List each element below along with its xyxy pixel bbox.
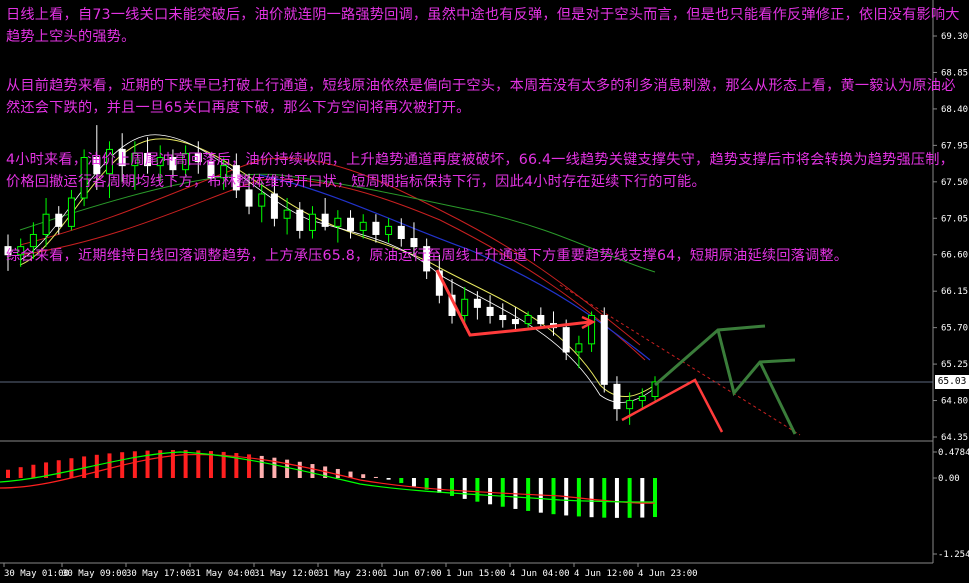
macd-bar bbox=[500, 478, 505, 507]
macd-bar bbox=[627, 478, 632, 518]
macd-tick-label: 0.4784 bbox=[938, 448, 969, 458]
candle-body bbox=[42, 213, 50, 235]
candle-body bbox=[55, 213, 63, 227]
candle-body bbox=[473, 298, 481, 308]
candle-body bbox=[537, 314, 545, 325]
time-tick-label: 30 May 01:00 bbox=[4, 569, 69, 579]
forecast-arrows bbox=[435, 269, 797, 435]
candle-body bbox=[524, 314, 532, 325]
candle-body bbox=[385, 225, 393, 235]
time-tick-label: 1 Jun 07:00 bbox=[382, 569, 442, 579]
macd-bar bbox=[462, 478, 467, 499]
macd-bar bbox=[602, 478, 607, 518]
macd-bar bbox=[437, 478, 442, 493]
time-tick-label: 31 May 12:00 bbox=[254, 569, 319, 579]
annotation-summary: 综合来看，近期维持日线回落调整趋势，上方承压65.8，原油运行至周线上升通道下方… bbox=[6, 248, 849, 264]
macd-bar bbox=[6, 469, 10, 478]
macd-bar bbox=[132, 451, 137, 478]
time-tick-label: 4 Jun 04:00 bbox=[510, 569, 570, 579]
macd-tick-label: 0.00 bbox=[938, 474, 960, 484]
candle-body bbox=[562, 327, 570, 353]
candle-body bbox=[359, 221, 367, 231]
current-price-badge: 65.03 bbox=[935, 375, 969, 389]
candle-body bbox=[283, 209, 291, 219]
macd-axis: 0.4784 0.00 -1.2545 bbox=[933, 448, 969, 560]
price-tick-label: 67.05 bbox=[941, 214, 968, 224]
macd-bar bbox=[386, 478, 391, 480]
macd-bar bbox=[475, 478, 480, 502]
trend-dash bbox=[559, 284, 801, 436]
time-tick-label: 30 May 17:00 bbox=[126, 569, 191, 579]
macd-bar bbox=[310, 464, 315, 478]
macd-bar bbox=[640, 478, 645, 518]
time-tick-label: 30 May 09:00 bbox=[62, 569, 127, 579]
candle-body bbox=[461, 298, 469, 316]
annotation-trend: 从目前趋势来看，近期的下跌早已打破上行通道，短线原油依然是偏向于空头，本周若没有… bbox=[6, 78, 956, 116]
price-tick-label: 66.15 bbox=[941, 287, 968, 297]
time-tick-label: 4 Jun 23:00 bbox=[638, 569, 698, 579]
price-tick-label: 64.80 bbox=[941, 397, 968, 407]
candle-body bbox=[258, 193, 266, 207]
macd-bar bbox=[361, 474, 366, 478]
time-tick-label: 31 May 23:00 bbox=[318, 569, 383, 579]
price-tick-label: 65.70 bbox=[941, 324, 968, 334]
macd-bar bbox=[589, 478, 594, 518]
macd-bar bbox=[56, 460, 61, 478]
candle-body bbox=[638, 395, 646, 402]
candle-body bbox=[270, 193, 278, 219]
time-axis: 30 May 01:0030 May 09:0030 May 17:0031 M… bbox=[3, 563, 698, 579]
candle-body bbox=[334, 217, 342, 227]
macd-bar bbox=[170, 450, 175, 478]
candle-body bbox=[511, 319, 519, 325]
macd-bar bbox=[373, 476, 378, 478]
macd-tick-label: -1.2545 bbox=[938, 550, 969, 560]
price-tick-label: 64.35 bbox=[941, 433, 968, 443]
annotation-4h: 4小时来看，油价上周尾冲高回落后，油价持续收阴，上升趋势通道再度被破坏，66.4… bbox=[6, 152, 955, 190]
candle-body bbox=[372, 221, 380, 235]
candle-body bbox=[575, 343, 583, 353]
macd-bar bbox=[285, 459, 290, 478]
macd-bar bbox=[69, 458, 74, 478]
candle-body bbox=[308, 213, 316, 231]
candle-body bbox=[347, 217, 355, 231]
up-arrow-path-2 bbox=[716, 329, 796, 397]
macd-bar bbox=[107, 453, 112, 478]
candle-body bbox=[397, 225, 405, 240]
macd-bar bbox=[411, 478, 416, 487]
candle-body bbox=[626, 400, 634, 410]
macd-histogram bbox=[6, 450, 657, 518]
candle-body bbox=[600, 314, 608, 385]
time-tick-label: 1 Jun 15:00 bbox=[446, 569, 506, 579]
candle-body bbox=[613, 383, 621, 410]
up-arrow-path-3 bbox=[758, 361, 797, 435]
macd-bar bbox=[31, 464, 36, 478]
macd-bar bbox=[488, 478, 493, 505]
candle-body bbox=[321, 213, 329, 227]
bollinger-mid bbox=[19, 178, 646, 361]
candle-body bbox=[499, 314, 507, 321]
macd-bar bbox=[614, 478, 619, 518]
candle-body bbox=[296, 209, 304, 231]
down-arrow-path bbox=[435, 269, 591, 337]
candle-body bbox=[67, 197, 75, 227]
price-tick-label: 65.25 bbox=[941, 360, 968, 370]
macd-bar bbox=[94, 454, 99, 478]
macd-bar bbox=[399, 478, 404, 484]
time-tick-label: 31 May 04:00 bbox=[190, 569, 255, 579]
time-tick-label: 4 Jun 12:00 bbox=[574, 569, 634, 579]
down-arrow-path-2 bbox=[621, 378, 724, 433]
candle-body bbox=[486, 306, 494, 316]
macd-bar bbox=[18, 467, 23, 478]
annotation-daily: 日线上看，自73一线关口未能突破后，油价就连阴一路强势回调，虽然中途也有反弹，但… bbox=[6, 7, 960, 45]
macd-bar bbox=[335, 468, 340, 478]
macd-bar bbox=[653, 478, 657, 518]
